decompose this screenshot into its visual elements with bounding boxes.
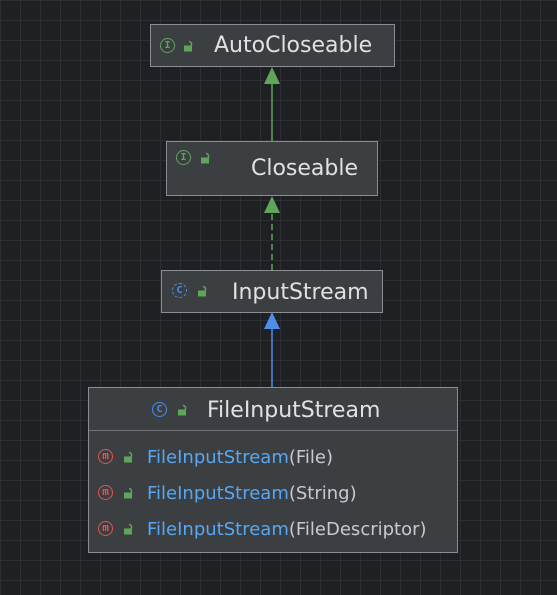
public-lock-icon	[198, 285, 207, 297]
constructor-params: (File)	[288, 447, 334, 468]
method-icon: m	[98, 485, 113, 500]
abstract-class-icon: C	[172, 283, 187, 298]
node-header: I AutoCloseable	[151, 25, 394, 65]
constructor-name: FileInputStream	[147, 483, 289, 504]
edge-inputstream-implements-closeable	[264, 196, 280, 270]
node-header: C InputStream	[162, 271, 382, 311]
interface-icon: I	[176, 150, 191, 165]
closeable-node[interactable]: I Closeable	[166, 141, 378, 196]
edge-fileinputstream-extends-inputstream	[264, 312, 280, 387]
public-lock-icon	[124, 523, 133, 535]
edge-closeable-extends-autocloseable	[264, 67, 280, 141]
node-title: Closeable	[251, 156, 359, 181]
method-icon: m	[98, 521, 113, 536]
inputstream-node[interactable]: C InputStream	[161, 270, 383, 313]
edge-arrowhead	[264, 196, 280, 213]
constructor-signature: FileInputStream(FileDescriptor)	[147, 519, 427, 540]
constructor-name: FileInputStream	[147, 447, 289, 468]
members-divider	[89, 430, 457, 431]
edge-arrowhead	[264, 67, 280, 84]
method-icon: m	[98, 449, 113, 464]
interface-icon: I	[160, 38, 175, 53]
constructor-params: (String)	[288, 483, 357, 504]
public-lock-icon	[124, 487, 133, 499]
node-title: InputStream	[232, 280, 369, 305]
public-lock-icon	[124, 451, 133, 463]
constructor-signature: FileInputStream(String)	[147, 483, 357, 504]
constructor-signature: FileInputStream(File)	[147, 447, 333, 468]
constructor-params: (FileDescriptor)	[288, 519, 427, 540]
constructor-name: FileInputStream	[147, 519, 289, 540]
public-lock-icon	[184, 40, 193, 52]
node-title: AutoCloseable	[214, 33, 373, 58]
node-header: I Closeable	[167, 142, 377, 182]
autocloseable-node[interactable]: I AutoCloseable	[150, 24, 395, 67]
constructor-row[interactable]: m FileInputStream(File)	[89, 442, 457, 472]
class-icon: C	[152, 402, 167, 417]
constructor-row[interactable]: m FileInputStream(String)	[89, 478, 457, 508]
fileinputstream-node[interactable]: C FileInputStream m FileInputStream(File…	[88, 387, 458, 553]
public-lock-icon	[178, 404, 187, 416]
edge-arrowhead	[264, 312, 280, 329]
constructor-row[interactable]: m FileInputStream(FileDescriptor)	[89, 514, 457, 544]
node-title: FileInputStream	[207, 398, 381, 423]
public-lock-icon	[201, 152, 210, 164]
node-header: C FileInputStream	[89, 388, 457, 428]
